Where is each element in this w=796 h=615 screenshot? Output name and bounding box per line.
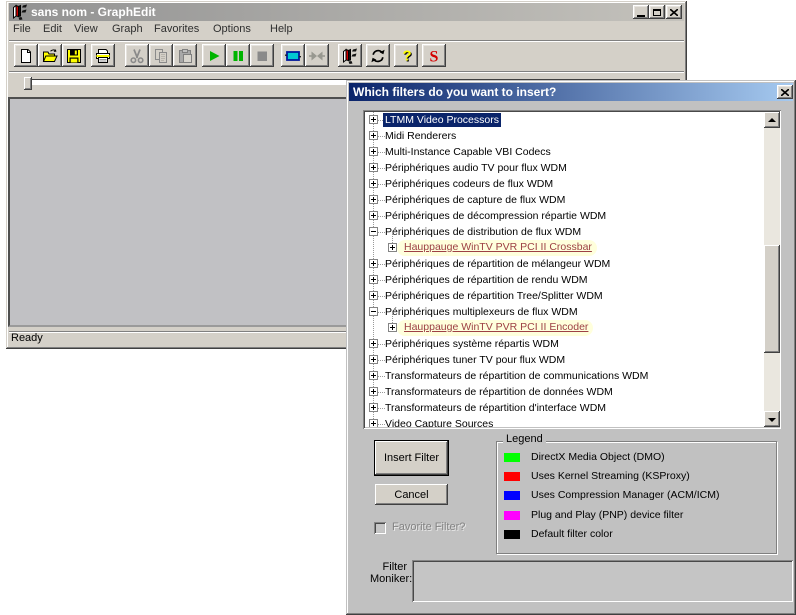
- svg-text:?: ?: [403, 48, 412, 64]
- svg-text:S: S: [430, 48, 439, 64]
